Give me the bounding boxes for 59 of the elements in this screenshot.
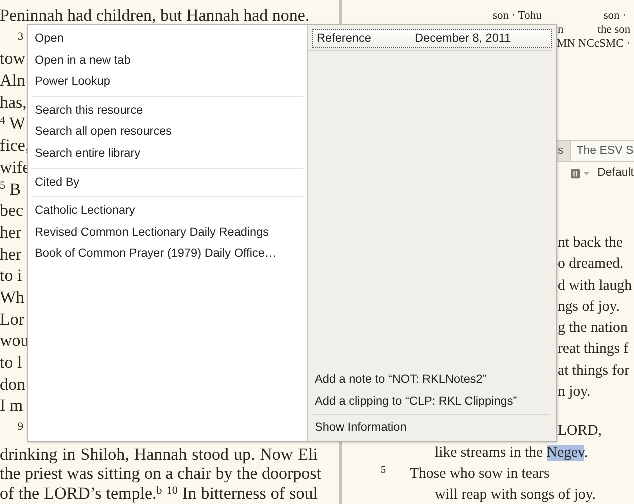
text-line: Those who sow in tears [410, 466, 550, 482]
layout-label[interactable]: Default [598, 165, 634, 183]
text-line: ngs of joy. [558, 298, 620, 315]
caret-icon[interactable] [584, 172, 590, 176]
text-line: will reap with songs of joy. [435, 487, 596, 504]
verse-text: like streams in the [435, 444, 544, 461]
gloss-text: n [558, 23, 564, 37]
text-fragment: to l [0, 352, 22, 374]
text-line: n joy. [558, 384, 591, 400]
text-line: o dreamed. [558, 256, 624, 272]
text-fragment: Aln [0, 70, 26, 92]
menu-item[interactable]: Show Information [308, 417, 556, 439]
text-line: Peninnah had children, but Hannah had none. [0, 5, 310, 27]
menu-item[interactable]: Book of Common Prayer (1979) Daily Office… [28, 243, 307, 265]
columns-icon[interactable] [571, 168, 580, 180]
text-fragment: bec [0, 200, 24, 222]
tab[interactable]: The ESV S [570, 141, 634, 161]
menu-item[interactable]: Catholic Lectionary [28, 200, 307, 222]
menu-item[interactable]: Cited By [28, 172, 307, 194]
text-line: LORD, [558, 423, 602, 440]
menu-item[interactable]: Search all open resources [28, 121, 307, 143]
field-label: Reference [317, 30, 372, 47]
verse-number: 3 [18, 30, 24, 45]
text-fragment: has, [0, 92, 27, 114]
tab[interactable]: s [557, 141, 571, 161]
text-line: at things for [558, 362, 630, 379]
text-fragment: $^{5}$ B [0, 178, 22, 200]
text-line: of the LORD’s temple.$^{b}$ $^{10}$ In bitterness of soul [0, 484, 318, 504]
verse-number: 9 [18, 420, 24, 436]
menu-item[interactable]: Open [28, 28, 307, 50]
menu-item[interactable]: Add a clipping to “CLP: RKL Clippings” [308, 390, 556, 412]
text-line: nt back the [558, 235, 623, 251]
text-fragment: tow [0, 48, 26, 70]
menu-item[interactable]: Search this resource [28, 100, 307, 122]
text-line: g the nation [558, 320, 628, 336]
field-value: December 8, 2011 [415, 30, 512, 47]
menu-item[interactable]: Open in a new tab [28, 50, 307, 72]
text-fragment: her [0, 222, 22, 244]
menu-item[interactable]: Revised Common Lectionary Daily Readings [28, 222, 307, 244]
text-line: d with laugh [558, 278, 632, 294]
text-fragment: I m [0, 395, 24, 418]
text-fragment: don [0, 374, 26, 396]
verse-number: 5 [380, 464, 387, 478]
text-line: reat things f [558, 341, 629, 358]
text-fragment: to i [0, 265, 22, 287]
gloss-text: son · [604, 9, 627, 23]
gloss-text: MN NCcSMC · [557, 37, 630, 51]
text-fragment: $^{4}$ W [0, 113, 26, 136]
text-line: drinking in Shiloh, Hannah stood up. Now Eli [0, 444, 318, 464]
gloss-text: son · Tohu [493, 9, 542, 23]
text-fragment: Wh [0, 286, 25, 309]
menu-item[interactable]: Search entire library [28, 142, 307, 165]
menu-item[interactable]: Add a note to “NOT: RKLNotes2” [308, 369, 556, 391]
text-fragment: her [0, 244, 22, 266]
verse-text: . [584, 444, 588, 461]
gloss-text: the son [598, 23, 631, 37]
menu-item[interactable]: Power Lookup [28, 71, 307, 93]
text-fragment: Lor [0, 308, 25, 330]
selected-text: Negev [546, 444, 584, 461]
